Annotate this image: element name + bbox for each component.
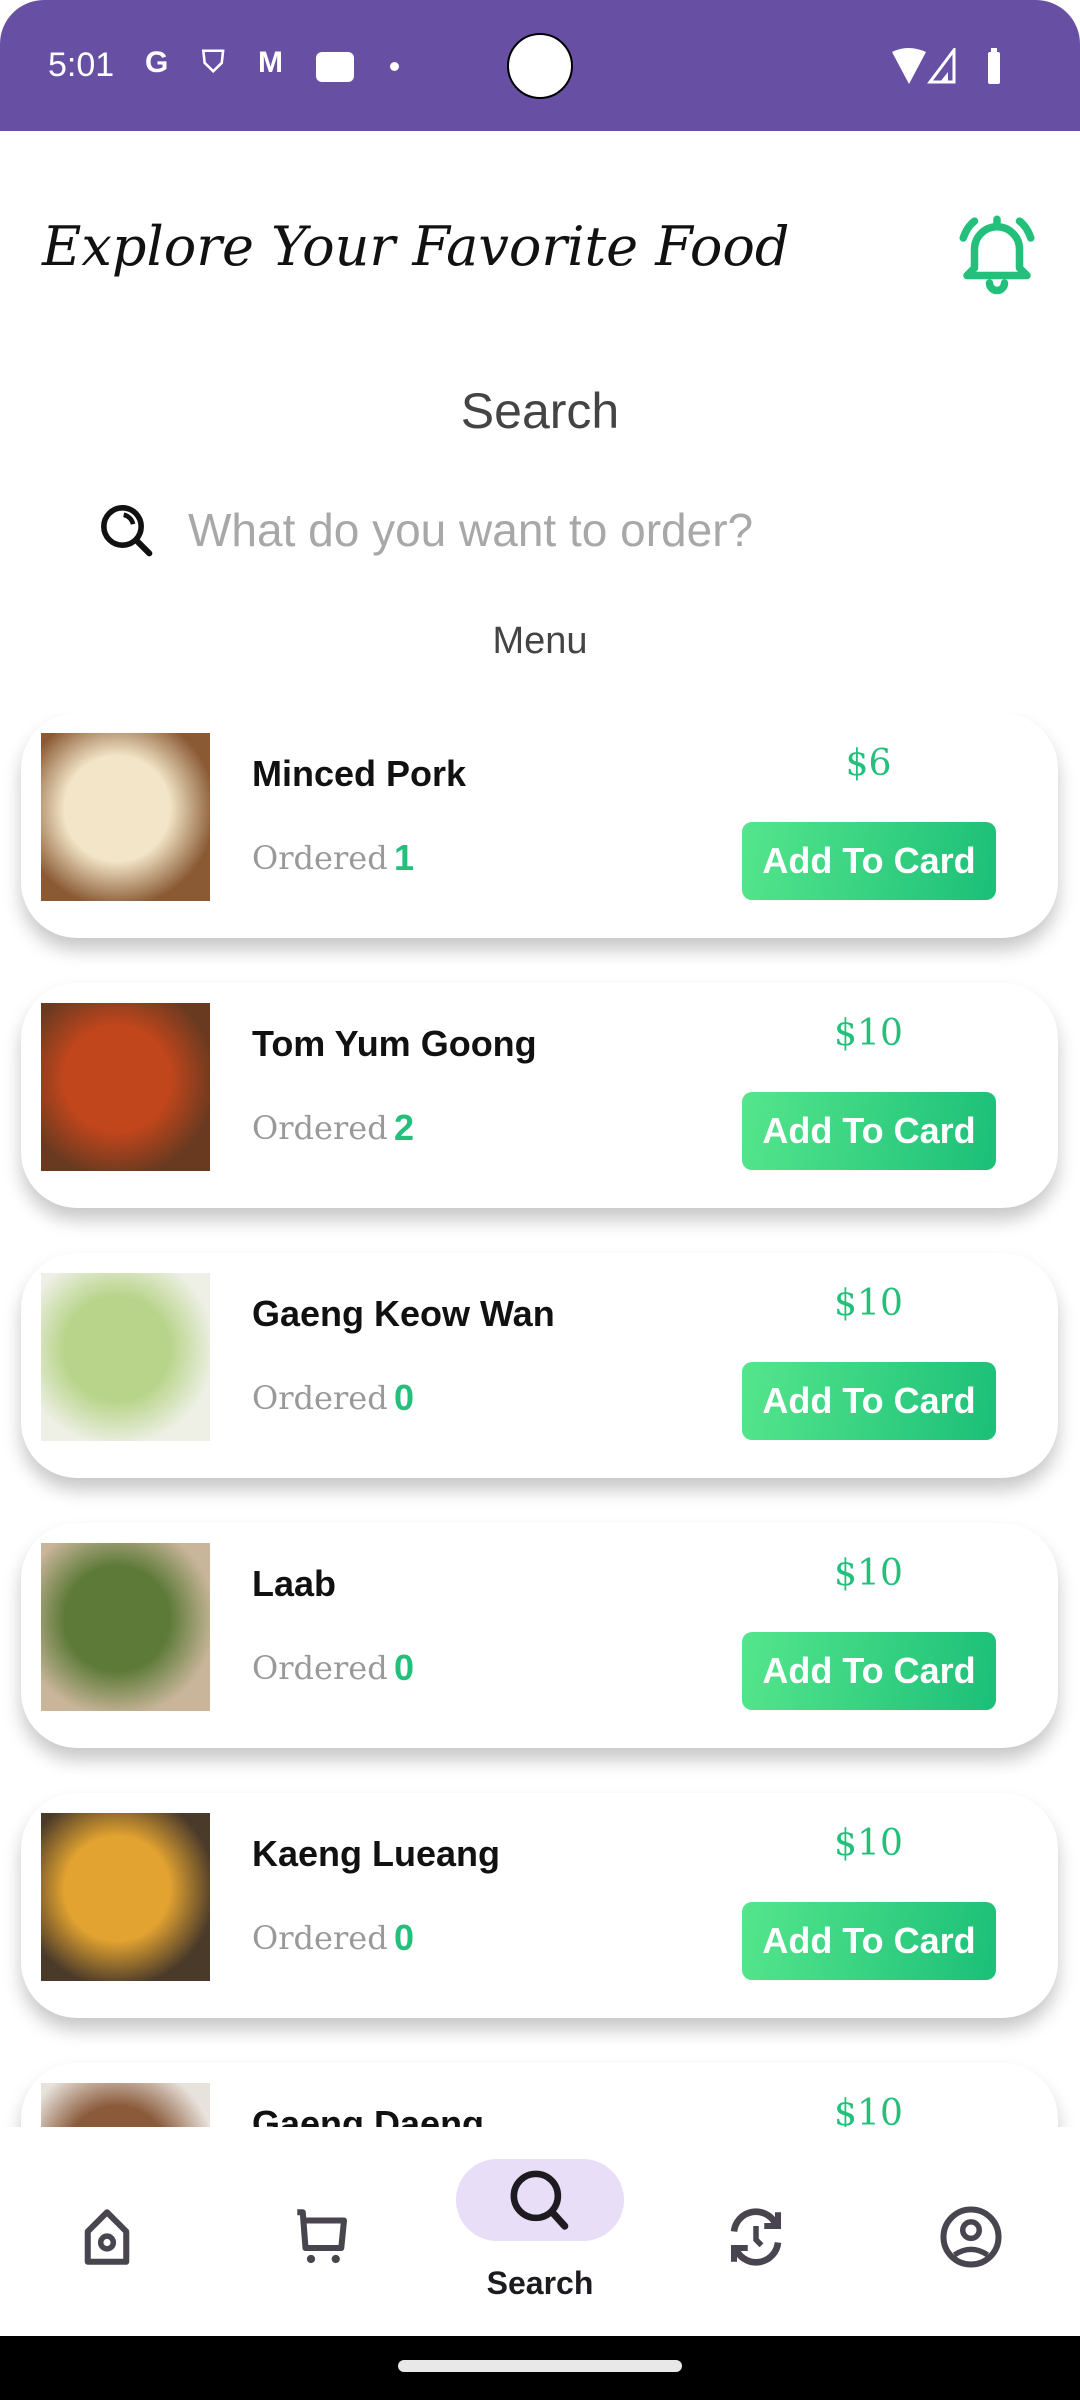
food-card[interactable]: Laab Ordered 0 $10 Add To Card	[21, 1523, 1058, 1748]
ordered-label: Ordered	[252, 1379, 388, 1417]
ordered-label: Ordered	[252, 1109, 388, 1147]
youtube-icon	[316, 52, 354, 82]
bell-icon[interactable]	[952, 208, 1042, 298]
wifi-signal-icons	[892, 48, 1000, 84]
food-card[interactable]: Tom Yum Goong Ordered 2 $10 Add To Card	[21, 983, 1058, 1208]
cart-icon	[297, 2209, 348, 2264]
food-name: Gaeng Daeng	[252, 2103, 485, 2127]
ordered-count: 0	[394, 1647, 415, 1688]
ordered-label: Ordered	[252, 1649, 388, 1687]
menu-heading: Menu	[492, 620, 588, 662]
menu-list[interactable]: Minced Pork Ordered 1 $6 Add To Card Tom…	[0, 713, 1080, 2127]
home-handle[interactable]	[398, 2360, 682, 2372]
history-icon	[730, 2208, 782, 2266]
ordered-count: 0	[394, 1377, 415, 1418]
food-card[interactable]: Gaeng Daeng Ordered 0 $10 Add To Card	[21, 2063, 1058, 2127]
page-title: Explore Your Favorite Food	[42, 215, 790, 278]
food-price: $10	[834, 1013, 903, 1054]
add-to-card-button[interactable]: Add To Card	[742, 1092, 996, 1170]
search-heading: Search	[460, 383, 620, 439]
gmail-icon: M	[258, 46, 283, 79]
food-card[interactable]: Minced Pork Ordered 1 $6 Add To Card	[21, 713, 1058, 938]
add-to-card-button[interactable]: Add To Card	[742, 1632, 996, 1710]
nav-search[interactable]	[456, 2159, 624, 2241]
food-image	[41, 733, 210, 901]
bottom-nav: Search	[0, 2127, 1080, 2336]
search-input[interactable]	[188, 498, 988, 562]
food-price: $10	[834, 1553, 903, 1594]
nav-history[interactable]	[716, 2197, 796, 2277]
food-name: Tom Yum Goong	[252, 1023, 537, 1064]
food-price: $6	[845, 743, 892, 784]
dot-icon	[390, 62, 399, 71]
ordered-count: 1	[394, 837, 415, 878]
nav-profile[interactable]	[931, 2197, 1011, 2277]
food-image	[41, 1543, 210, 1711]
food-image	[41, 1003, 210, 1171]
food-image	[41, 1813, 210, 1981]
food-image	[41, 2083, 210, 2127]
nav-search-label: Search	[486, 2265, 594, 2301]
ordered-label: Ordered	[252, 839, 388, 877]
food-name: Kaeng Lueang	[252, 1833, 501, 1874]
food-price: $10	[834, 2093, 903, 2127]
home-icon	[84, 2209, 130, 2265]
food-price: $10	[834, 1823, 903, 1864]
food-image	[41, 1273, 210, 1441]
food-name: Gaeng Keow Wan	[252, 1293, 555, 1334]
shield-icon: ⛉	[202, 46, 225, 79]
google-icon: G	[145, 46, 169, 79]
search-icon	[101, 505, 153, 557]
add-to-card-button[interactable]: Add To Card	[742, 1902, 996, 1980]
food-card[interactable]: Gaeng Keow Wan Ordered 0 $10 Add To Card	[21, 1253, 1058, 1478]
ordered-count: 2	[394, 1107, 415, 1148]
ordered-count: 0	[394, 1917, 415, 1958]
gesture-bar	[0, 2336, 1080, 2400]
status-bar: 5:01 G ⛉ M	[0, 0, 1080, 131]
search-nav-icon	[510, 2170, 569, 2230]
food-card[interactable]: Kaeng Lueang Ordered 0 $10 Add To Card	[21, 1793, 1058, 2018]
add-to-card-button[interactable]: Add To Card	[742, 822, 996, 900]
food-name: Minced Pork	[252, 753, 467, 794]
food-name: Laab	[252, 1563, 337, 1604]
status-time: 5:01	[48, 46, 115, 84]
food-price: $10	[834, 1283, 903, 1324]
add-to-card-button[interactable]: Add To Card	[742, 1362, 996, 1440]
ordered-label: Ordered	[252, 1919, 388, 1957]
profile-icon	[940, 2206, 1002, 2268]
camera-cutout	[507, 33, 573, 99]
